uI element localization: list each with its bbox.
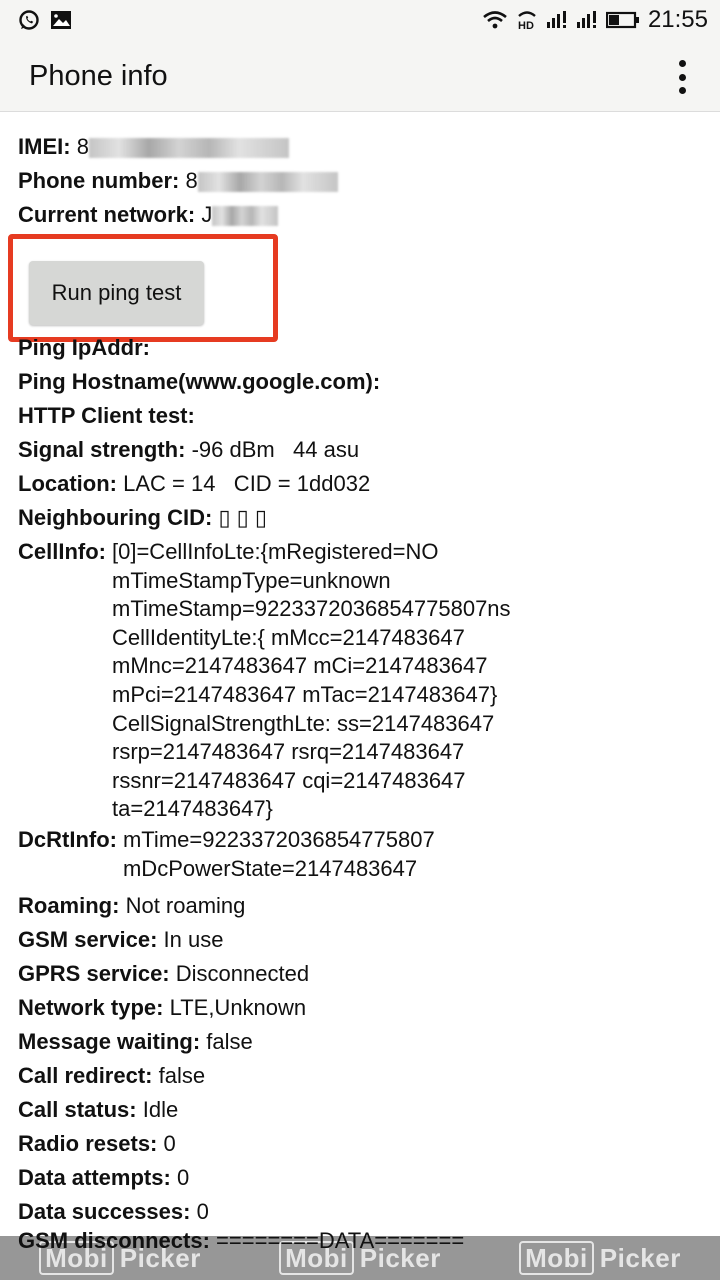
network-type-label: Network type:	[18, 995, 164, 1021]
overflow-menu-icon[interactable]	[672, 60, 692, 94]
current-network-row: Current network: J	[18, 198, 708, 232]
call-status-value: Idle	[142, 1097, 179, 1123]
gprs-service-label: GPRS service:	[18, 961, 170, 987]
radio-resets-label: Radio resets:	[18, 1131, 158, 1157]
cellinfo-line: CellIdentityLte:{ mMcc=2147483647	[112, 624, 465, 650]
location-label: Location:	[18, 471, 117, 496]
imei-label: IMEI:	[18, 134, 71, 159]
gsm-disconnects-value: ========DATA=======	[216, 1228, 465, 1253]
watermark-text: Picker	[599, 1242, 681, 1273]
signal-strength-label: Signal strength:	[18, 437, 186, 462]
call-status-label: Call status:	[18, 1097, 137, 1123]
gsm-disconnects-label: GSM disconnects:	[18, 1228, 210, 1253]
dcrtinfo-block: DcRtInfo: mTime=9223372036854775807 mDcP…	[18, 826, 718, 883]
cellinfo-line: rssnr=2147483647 cqi=2147483647	[112, 767, 466, 793]
whatsapp-icon	[18, 9, 40, 31]
hd-volte-icon: HD	[516, 9, 538, 31]
data-attempts-label: Data attempts:	[18, 1165, 171, 1191]
call-redirect-value: false	[158, 1063, 206, 1089]
cellinfo-line: mPci=2147483647 mTac=2147483647}	[112, 681, 498, 707]
ping-hostname-row: Ping Hostname(www.google.com):	[18, 365, 718, 399]
phone-number-row: Phone number: 8	[18, 164, 708, 198]
redacted-blur	[88, 138, 289, 159]
location-row: Location: LAC = 14 CID = 1dd032	[18, 467, 718, 501]
signal-strength-row: Signal strength: -96 dBm 44 asu	[18, 433, 718, 467]
cellinfo-line: mTimeStampType=unknown	[112, 567, 391, 593]
phone-number-label: Phone number:	[18, 168, 180, 193]
gprs-service-row: GPRS service: Disconnected	[18, 957, 718, 991]
dcrtinfo-line: mDcPowerState=2147483647	[122, 855, 418, 881]
call-redirect-row: Call redirect: false	[18, 1059, 718, 1093]
wifi-icon	[482, 10, 508, 30]
signal-sim2-icon	[576, 10, 598, 30]
dcrtinfo-line: mTime=9223372036854775807	[122, 826, 435, 852]
svg-text:HD: HD	[518, 20, 534, 31]
cellinfo-line: rsrp=2147483647 rsrq=2147483647	[112, 739, 465, 765]
watermark-box-text: Mobi	[519, 1241, 594, 1275]
status-rows: Roaming: Not roaming GSM service: In use…	[18, 889, 718, 1229]
redacted-blur	[197, 172, 338, 193]
network-type-value: LTE,Unknown	[169, 995, 307, 1021]
roaming-label: Roaming:	[18, 893, 120, 919]
ping-ipaddr-label: Ping IpAddr:	[18, 335, 150, 360]
redacted-blur	[212, 206, 279, 227]
data-successes-value: 0	[196, 1199, 209, 1225]
neighbouring-cid-value: ▯ ▯ ▯	[218, 505, 267, 530]
cellinfo-lines: [0]=CellInfoLte:{mRegistered=NO mTimeSta…	[106, 538, 511, 824]
radio-resets-row: Radio resets: 0	[18, 1127, 718, 1161]
imei-value: 8	[76, 134, 89, 159]
dcrtinfo-label: DcRtInfo:	[18, 826, 117, 852]
gallery-icon	[50, 10, 72, 30]
imei-row: IMEI: 8	[18, 130, 708, 164]
phone-number-value: 8	[185, 168, 198, 193]
run-ping-test-button[interactable]: Run ping test	[29, 261, 204, 325]
radio-resets-value: 0	[163, 1131, 176, 1157]
cellinfo-line: mMnc=2147483647 mCi=2147483647	[112, 653, 488, 679]
highlight-box: Run ping test	[8, 234, 278, 342]
battery-icon	[605, 11, 640, 29]
phone-info-list: Ping IpAddr: Ping Hostname(www.google.co…	[18, 331, 718, 1229]
roaming-value: Not roaming	[125, 893, 246, 919]
data-attempts-row: Data attempts: 0	[18, 1161, 718, 1195]
status-bar: HD 21:55	[0, 0, 720, 42]
neighbouring-cid-row: Neighbouring CID: ▯ ▯ ▯	[18, 501, 718, 535]
watermark-logo: Mobi Picker	[519, 1241, 681, 1275]
message-waiting-label: Message waiting:	[18, 1029, 201, 1055]
page-title: Phone info	[29, 60, 168, 92]
cellinfo-label: CellInfo:	[18, 539, 106, 564]
http-client-label: HTTP Client test:	[18, 403, 195, 428]
current-network-value: J	[201, 202, 213, 227]
signal-strength-value: -96 dBm 44 asu	[191, 437, 360, 462]
neighbouring-cid-label: Neighbouring CID:	[18, 505, 213, 530]
ping-hostname-label: Ping Hostname(www.google.com):	[18, 369, 381, 394]
data-successes-label: Data successes:	[18, 1199, 191, 1225]
roaming-row: Roaming: Not roaming	[18, 889, 718, 923]
message-waiting-row: Message waiting: false	[18, 1025, 718, 1059]
app-bar: Phone info	[0, 42, 720, 112]
gsm-service-label: GSM service:	[18, 927, 158, 953]
gprs-service-value: Disconnected	[175, 961, 310, 987]
gsm-service-row: GSM service: In use	[18, 923, 718, 957]
gsm-service-value: In use	[163, 927, 224, 953]
cellinfo-line: CellSignalStrengthLte: ss=2147483647	[112, 710, 495, 736]
data-attempts-value: 0	[176, 1165, 190, 1191]
call-redirect-label: Call redirect:	[18, 1063, 153, 1089]
cellinfo-line: ta=2147483647}	[112, 796, 273, 822]
http-client-row: HTTP Client test:	[18, 399, 718, 433]
network-type-row: Network type: LTE,Unknown	[18, 991, 718, 1025]
dcrtinfo-lines: mTime=9223372036854775807 mDcPowerState=…	[117, 826, 435, 883]
call-status-row: Call status: Idle	[18, 1093, 718, 1127]
message-waiting-value: false	[206, 1029, 253, 1055]
cellinfo-line: [0]=CellInfoLte:{mRegistered=NO	[112, 539, 439, 564]
signal-sim1-icon	[546, 10, 568, 30]
ping-ipaddr-row: Ping IpAddr:	[18, 331, 718, 365]
location-value: LAC = 14 CID = 1dd032	[123, 471, 371, 496]
clock: 21:55	[647, 6, 708, 33]
gsm-disconnects-row: GSM disconnects: ========DATA=======	[18, 1224, 464, 1258]
identity-section: IMEI: 8 Phone number: 8 Current network:…	[18, 130, 708, 232]
current-network-label: Current network:	[18, 202, 196, 227]
cellinfo-block: CellInfo: [0]=CellInfoLte:{mRegistered=N…	[18, 538, 718, 824]
cellinfo-line: mTimeStamp=9223372036854775807ns	[112, 596, 511, 622]
